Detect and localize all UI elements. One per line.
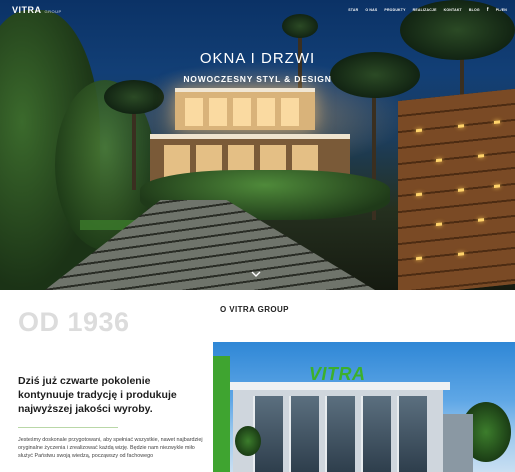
nav-item-realizations[interactable]: REALIZACJE bbox=[413, 8, 437, 12]
hero-subtitle: NOWOCZESNY STYL & DESIGN bbox=[183, 74, 332, 84]
hero-banner: VITRA GROUP STAR O NAS PRODUKTY REALIZACJ… bbox=[0, 0, 515, 290]
glass-panel bbox=[325, 396, 355, 472]
glass-panel bbox=[289, 396, 319, 472]
year-heading: OD 1936 bbox=[18, 307, 130, 337]
site-logo[interactable]: VITRA GROUP bbox=[12, 5, 62, 15]
logo-tag: GROUP bbox=[44, 9, 62, 14]
nav-item-start[interactable]: STAR bbox=[348, 8, 358, 12]
accent-bar bbox=[213, 356, 230, 472]
house-upper-floor bbox=[175, 88, 315, 130]
main-nav: STAR O NAS PRODUKTY REALIZACJE KONTAKT B… bbox=[348, 7, 507, 13]
language-switch[interactable]: PL/EN bbox=[496, 8, 507, 12]
about-paragraph: Jesteśmy doskonale przygotowani, aby spe… bbox=[18, 437, 203, 459]
nav-item-contact[interactable]: KONTAKT bbox=[444, 8, 462, 12]
palm-crown bbox=[104, 80, 164, 114]
nav-item-products[interactable]: PRODUKTY bbox=[384, 8, 405, 12]
glass-panel bbox=[397, 396, 427, 472]
nav-item-about[interactable]: O NAS bbox=[365, 8, 377, 12]
palm-crown bbox=[282, 14, 318, 38]
wooden-fence bbox=[398, 88, 515, 290]
building-side bbox=[443, 414, 473, 472]
facebook-icon[interactable]: f bbox=[487, 7, 489, 13]
logo-text: VITRA bbox=[12, 5, 42, 15]
glass-panel bbox=[361, 396, 391, 472]
chevron-down-icon[interactable] bbox=[251, 269, 261, 279]
section-label: O VITRA GROUP bbox=[220, 305, 289, 314]
company-building-photo: VITRA bbox=[213, 342, 515, 472]
tree bbox=[235, 426, 261, 456]
nav-item-blog[interactable]: BLOG bbox=[469, 8, 480, 12]
about-heading: Dziś już czwarte pokolenie kontynuuje tr… bbox=[18, 375, 177, 415]
hero-title: OKNA I DRZWI bbox=[199, 50, 316, 67]
building-sign: VITRA bbox=[309, 364, 366, 384]
divider bbox=[18, 427, 118, 428]
